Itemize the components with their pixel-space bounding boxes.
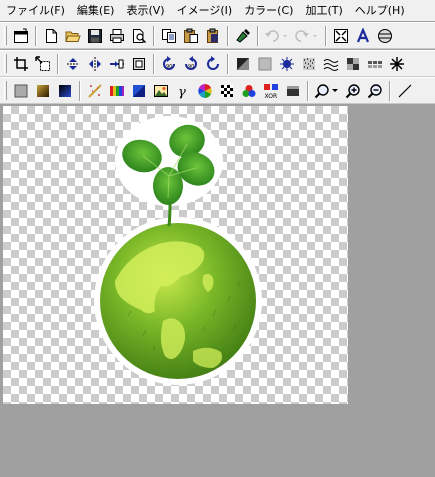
- print-preview-icon[interactable]: [128, 25, 150, 47]
- toolbar-separator: [307, 80, 309, 101]
- gray-square-icon[interactable]: [10, 80, 32, 102]
- wave-icon[interactable]: [320, 53, 342, 75]
- window-icon[interactable]: [10, 25, 32, 47]
- color-bars-icon[interactable]: [106, 80, 128, 102]
- toolbar-separator: [325, 25, 327, 46]
- rotate-90-left-icon[interactable]: 90: [158, 53, 180, 75]
- main-toolbar: [0, 22, 435, 49]
- gradient-square-icon[interactable]: [32, 80, 54, 102]
- save-icon[interactable]: [84, 25, 106, 47]
- edit-toolbar: 90 90: [0, 50, 435, 77]
- toolbar-separator: [227, 53, 229, 74]
- toolbar-separator: [227, 25, 229, 46]
- checker-icon[interactable]: [216, 80, 238, 102]
- dropper-icon[interactable]: [232, 25, 254, 47]
- menu-bar: ファイル(F) 編集(E) 表示(V) イメージ(I) カラー(C) 加工(T)…: [0, 0, 435, 21]
- redo-icon[interactable]: [292, 25, 322, 47]
- earth-clover-image: [94, 116, 262, 385]
- print-icon[interactable]: [106, 25, 128, 47]
- zoom-fit-icon[interactable]: [330, 25, 352, 47]
- emboss-icon[interactable]: [232, 53, 254, 75]
- zoom-out-icon[interactable]: [364, 80, 386, 102]
- magnifier-dropdown-icon[interactable]: [312, 80, 342, 102]
- toolbar-separator: [57, 53, 59, 74]
- image-canvas[interactable]: [3, 106, 348, 404]
- color-wheel-icon[interactable]: [194, 80, 216, 102]
- toolbar-separator: [153, 53, 155, 74]
- blur-icon[interactable]: [254, 53, 276, 75]
- toolbar-separator: [35, 25, 37, 46]
- toolbar-separator: [257, 25, 259, 46]
- frame-icon[interactable]: [128, 53, 150, 75]
- svg-text:90: 90: [166, 64, 172, 70]
- resize-icon[interactable]: [32, 53, 54, 75]
- rgb-icon[interactable]: [238, 80, 260, 102]
- flip-horizontal-icon[interactable]: [84, 53, 106, 75]
- rotate-icon[interactable]: [202, 53, 224, 75]
- sparkle-icon[interactable]: [386, 53, 408, 75]
- text-icon[interactable]: [352, 25, 374, 47]
- adjust-icon[interactable]: [374, 25, 396, 47]
- mosaic-icon[interactable]: [342, 53, 364, 75]
- fade-icon[interactable]: [84, 80, 106, 102]
- dots-icon[interactable]: [364, 53, 386, 75]
- toolbar-grip[interactable]: [4, 81, 7, 100]
- menu-image[interactable]: イメージ(I): [171, 0, 239, 21]
- open-folder-icon[interactable]: [62, 25, 84, 47]
- zoom-in-icon[interactable]: [342, 80, 364, 102]
- svg-text:γ: γ: [178, 85, 186, 99]
- menu-color[interactable]: カラー(C): [238, 0, 299, 21]
- new-file-icon[interactable]: [40, 25, 62, 47]
- xor-icon[interactable]: XOR: [260, 80, 282, 102]
- noise-icon[interactable]: [298, 53, 320, 75]
- sharpen-icon[interactable]: [276, 53, 298, 75]
- gamma-icon[interactable]: γ: [172, 80, 194, 102]
- picture-icon[interactable]: [150, 80, 172, 102]
- monochrome-icon[interactable]: [282, 80, 304, 102]
- toolbar-grip[interactable]: [4, 54, 7, 73]
- rotate-90-right-icon[interactable]: 90: [180, 53, 202, 75]
- menu-process[interactable]: 加工(T): [299, 0, 348, 21]
- undo-icon[interactable]: [262, 25, 292, 47]
- toolbar-separator: [389, 80, 391, 101]
- dark-gradient-icon[interactable]: [54, 80, 76, 102]
- menu-help[interactable]: ヘルプ(H): [349, 0, 411, 21]
- menu-edit[interactable]: 編集(E): [71, 0, 121, 21]
- color-toolbar: γ XOR: [0, 77, 435, 104]
- flip-vertical-icon[interactable]: [62, 53, 84, 75]
- line-tool-icon[interactable]: [394, 80, 416, 102]
- menu-file[interactable]: ファイル(F): [0, 0, 71, 21]
- crop-icon[interactable]: [10, 53, 32, 75]
- menu-view[interactable]: 表示(V): [120, 0, 170, 21]
- paste-new-icon[interactable]: [202, 25, 224, 47]
- toolbar-separator: [153, 25, 155, 46]
- svg-text:XOR: XOR: [265, 93, 278, 99]
- center-icon[interactable]: [106, 53, 128, 75]
- blue-square-icon[interactable]: [128, 80, 150, 102]
- toolbar-separator: [79, 80, 81, 101]
- workspace: [0, 105, 435, 477]
- paste-icon[interactable]: [180, 25, 202, 47]
- toolbar-grip[interactable]: [4, 26, 7, 45]
- svg-text:90: 90: [188, 64, 194, 70]
- copy-icon[interactable]: [158, 25, 180, 47]
